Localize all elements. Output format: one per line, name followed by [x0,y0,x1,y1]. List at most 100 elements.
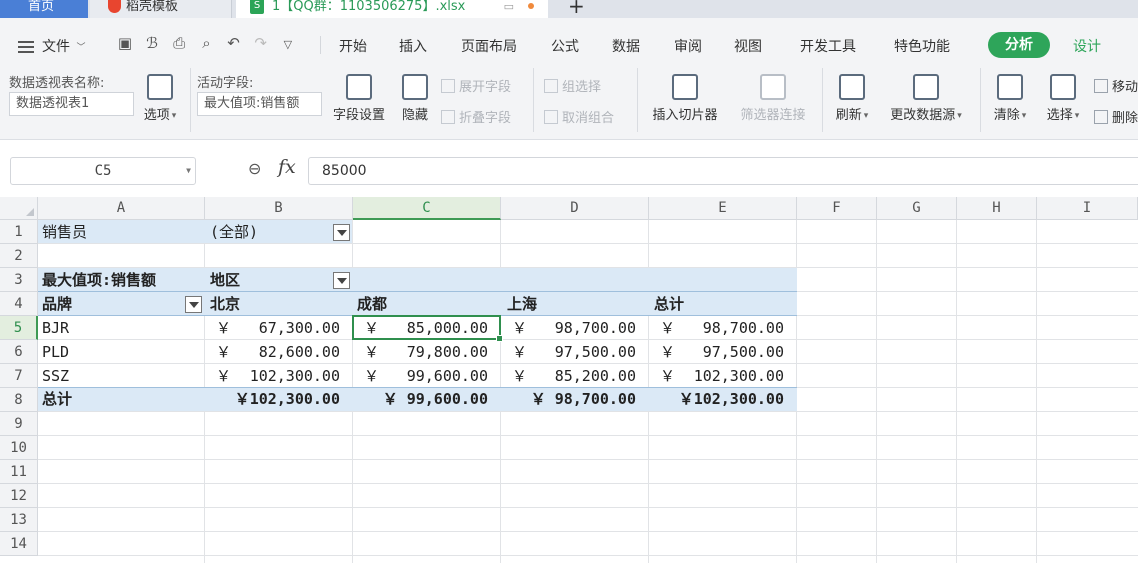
delete-label: 删除 [1112,111,1138,126]
col-header-total: 总计 [654,295,685,313]
column-header-H[interactable]: H [957,197,1037,220]
collapse-field-button[interactable]: 折叠字段 [441,107,511,126]
name-box-value: C5 [94,163,112,179]
redo-icon[interactable]: ↷ [252,34,270,52]
pivot-name-input[interactable]: 数据透视表1 [9,92,134,116]
delete-button[interactable]: 删除 [1094,107,1138,126]
row-header-5[interactable]: 5 [0,316,38,340]
row-header-3[interactable]: 3 [0,268,38,292]
expand-field-label: 展开字段 [459,80,512,95]
row-header-12[interactable]: 12 [0,484,38,508]
formula-input[interactable]: 85000 [308,157,1138,185]
active-field-input[interactable]: 最大值项:销售额 [197,92,322,116]
grid-row-line [38,531,1138,532]
column-header-B[interactable]: B [205,197,353,220]
currency-symbol: ￥ [216,343,232,361]
monitor-icon[interactable]: ▭ [504,0,514,14]
row-header-7[interactable]: 7 [0,364,38,388]
column-header-D[interactable]: D [501,197,649,220]
filter-connections-button[interactable]: 筛选器连接 [733,74,813,123]
column-header-E[interactable]: E [649,197,797,220]
filter-dropdown-icon[interactable] [333,224,350,241]
ungroup-button[interactable]: 取消组合 [544,107,614,126]
menu-review[interactable]: 审阅 [674,36,702,56]
select-all-corner[interactable] [0,197,38,220]
refresh-icon [839,74,865,100]
menu-formulas[interactable]: 公式 [551,36,579,56]
row-header-10[interactable]: 10 [0,436,38,460]
tab-home[interactable]: 首页 [0,0,88,18]
format-painter-icon[interactable]: ℬ [143,34,161,52]
fx-icon[interactable]: fx [278,156,296,178]
ribbon-separator [980,68,981,132]
row-header-14[interactable]: 14 [0,532,38,556]
col-header-shanghai: 上海 [507,295,538,313]
refresh-button[interactable]: 刷新 ▾ [830,74,874,123]
menu-start[interactable]: 开始 [339,36,367,56]
row-field-dropdown-icon[interactable] [185,296,202,313]
tab-file[interactable]: S 1【QQ群：1103506275】.xlsx ▭ [236,0,548,18]
collapse-field-icon [441,110,455,124]
ribbon-separator [533,68,534,132]
menu-view[interactable]: 视图 [734,36,762,56]
zoom-icon[interactable]: ⊖ [248,159,268,179]
brand-cell: SSZ [42,367,70,385]
expand-field-button[interactable]: 展开字段 [441,76,511,95]
row-header-8[interactable]: 8 [0,388,38,412]
name-box[interactable]: C5 ▼ [10,157,196,185]
value-cell: 82,600.00 [258,343,340,361]
column-header-F[interactable]: F [797,197,877,220]
new-tab-button[interactable]: + [560,0,590,18]
column-header-G[interactable]: G [877,197,957,220]
hamburger-icon [18,38,34,56]
column-header-C[interactable]: C [353,197,501,220]
slicer-icon [672,74,698,100]
print-preview-icon[interactable]: ⌕ [197,34,215,52]
menu-data[interactable]: 数据 [612,36,640,56]
select-button[interactable]: 选择 ▾ [1040,74,1086,123]
tab-template[interactable]: 稻壳模板 [90,0,232,18]
row-header-11[interactable]: 11 [0,460,38,484]
customize-icon[interactable]: ▽ [279,36,297,54]
field-settings-button[interactable]: 字段设置 [328,74,390,123]
value-cell: 79,800.00 [406,343,488,361]
grid-row-line [38,555,1138,556]
row-header-1[interactable]: 1 [0,220,38,244]
menu-file[interactable]: 文件 ﹀ [18,36,85,56]
row-header-6[interactable]: 6 [0,340,38,364]
menu-special[interactable]: 特色功能 [894,36,950,56]
currency-symbol: ￥ [216,319,232,337]
row-header-13[interactable]: 13 [0,508,38,532]
pivot-column-field: 地区 [210,271,241,289]
hide-button[interactable]: 隐藏 [397,74,433,123]
grid-column-line [876,220,877,563]
name-box-dropdown-icon[interactable]: ▼ [186,158,191,184]
row-header-4[interactable]: 4 [0,292,38,316]
menu-design[interactable]: 设计 [1073,36,1101,56]
clear-button[interactable]: 清除 ▾ [988,74,1032,123]
menu-developer[interactable]: 开发工具 [800,36,856,56]
move-label: 移动 [1112,80,1138,95]
save-icon[interactable]: ▣ [116,34,134,52]
selected-cell-C5[interactable] [352,315,503,342]
menu-insert[interactable]: 插入 [399,36,427,56]
row-header-9[interactable]: 9 [0,412,38,436]
row-header-2[interactable]: 2 [0,244,38,268]
change-source-button[interactable]: 更改数据源 ▾ [882,74,970,123]
insert-slicer-button[interactable]: 插入切片器 [646,74,724,123]
undo-icon[interactable]: ↶ [225,34,243,52]
options-button[interactable]: 选项 ▾ [138,74,182,123]
move-button[interactable]: 移动 [1094,76,1138,95]
brand-cell: PLD [42,343,70,361]
window-tab-bar: 首页 稻壳模板 S 1【QQ群：1103506275】.xlsx ▭ + [0,0,1138,18]
menu-analyze[interactable]: 分析 [988,32,1050,58]
chevron-down-icon: ﹀ [76,43,86,53]
group-selection-button[interactable]: 组选择 [544,76,601,95]
print-icon[interactable]: ⎙ [170,34,188,52]
currency-symbol: ￥ [512,367,528,385]
column-header-A[interactable]: A [38,197,205,220]
column-header-I[interactable]: I [1037,197,1138,220]
column-field-dropdown-icon[interactable] [333,272,350,289]
spreadsheet-grid[interactable]: ABCDEFGHI 1 2 3 4 5 6 7 8 9 10 11 12 13 14 销售员 (全部) 最… [0,197,1138,563]
menu-page-layout[interactable]: 页面布局 [461,36,517,56]
